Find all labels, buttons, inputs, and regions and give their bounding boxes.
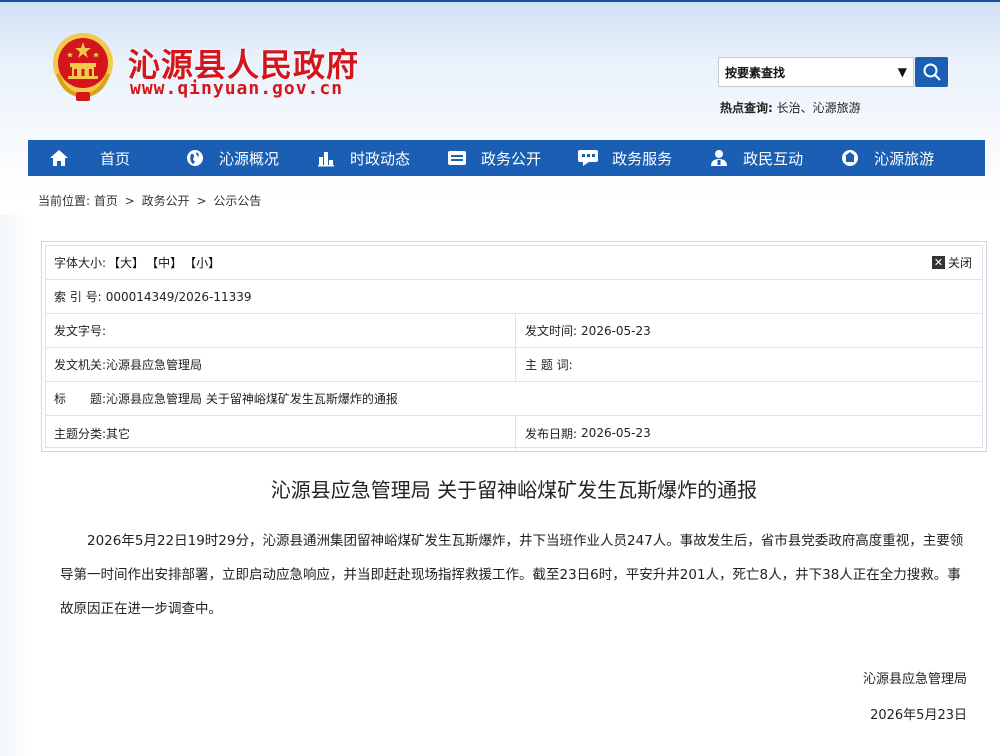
issue-time-label: 发文时间:: [525, 324, 578, 338]
font-size-label: 字体大小:: [54, 256, 107, 270]
publish-date-label: 发布日期:: [525, 426, 578, 441]
title-value: 沁源县应急管理局 关于留神峪煤矿发生瓦斯爆炸的通报: [106, 392, 398, 406]
breadcrumb-prefix: 当前位置:: [38, 194, 91, 208]
home-icon: [48, 147, 70, 169]
search-scope-select[interactable]: 按要素查找 ▼: [718, 57, 914, 87]
font-size-controls: 字体大小: 【大】 【中】 【小】: [46, 246, 220, 279]
nav-item-news[interactable]: 时政动态: [315, 140, 410, 176]
doc-number-cell: 发文字号:: [46, 314, 516, 347]
search-icon: [923, 63, 941, 81]
font-size-row: 字体大小: 【大】 【中】 【小】 ✕ 关闭: [46, 246, 982, 280]
doc-number-row: 发文字号: 发文时间: 2026-05-23: [46, 314, 982, 348]
font-size-small-button[interactable]: 【小】: [184, 254, 220, 271]
category-cell: 主题分类: 其它: [46, 416, 516, 450]
index-value: 000014349/2026-11339: [105, 289, 252, 304]
font-size-large-button[interactable]: 【大】: [108, 254, 144, 271]
breadcrumb-item-home[interactable]: 首页: [94, 194, 118, 208]
folder-icon: [446, 147, 468, 169]
breadcrumb: 当前位置: 首页 > 政务公开 > 公示公告: [38, 192, 261, 209]
close-button[interactable]: ✕ 关闭: [931, 246, 972, 279]
article-title: 沁源县应急管理局 关于留神峪煤矿发生瓦斯爆炸的通报: [270, 478, 758, 502]
breadcrumb-item-public-affairs[interactable]: 政务公开: [142, 194, 190, 208]
article-body: 2026年5月22日19时29分，沁源县通洲集团留神峪煤矿发生瓦斯爆炸，井下当班…: [60, 533, 964, 617]
search-button[interactable]: [915, 57, 948, 87]
nav-item-home[interactable]: 首页: [48, 140, 130, 176]
nav-item-label: 首页: [100, 149, 131, 168]
nav-item-label: 政务服务: [612, 149, 673, 168]
chat-icon: [577, 147, 599, 169]
travel-icon: [839, 147, 861, 169]
nav-item-label: 沁源概况: [219, 149, 280, 168]
index-label: 索 引 号:: [54, 290, 102, 304]
issuer-label: 发文机关:: [54, 358, 107, 372]
category-label: 主题分类:: [54, 426, 107, 441]
hot-search-label: 热点查询:: [720, 101, 773, 115]
document-metadata-table: 字体大小: 【大】 【中】 【小】 ✕ 关闭 索 引 号: 000014349/…: [41, 241, 987, 452]
national-emblem-logo[interactable]: [50, 30, 116, 104]
search-scope-value: 按要素查找: [725, 65, 786, 80]
bar-chart-icon: [315, 147, 337, 169]
site-url[interactable]: www.qinyuan.gov.cn: [130, 78, 343, 99]
publish-date-value: 2026-05-23: [581, 426, 651, 440]
index-row: 索 引 号: 000014349/2026-11339: [46, 280, 982, 314]
nav-item-label: 时政动态: [350, 149, 411, 168]
keyword-cell: 主 题 词:: [516, 348, 982, 381]
title-label: 标 题:: [54, 392, 107, 406]
title-row: 标 题: 沁源县应急管理局 关于留神峪煤矿发生瓦斯爆炸的通报: [46, 382, 982, 416]
issue-time-value: 2026-05-23: [581, 323, 651, 338]
nav-item-label: 政民互动: [743, 149, 804, 168]
publish-date-cell: 发布日期: 2026-05-23: [516, 416, 982, 450]
hot-search-links[interactable]: 长治、沁源旅游: [777, 101, 861, 115]
site-header: 沁源县人民政府 www.qinyuan.gov.cn 按要素查找 ▼ 热点查询:…: [0, 2, 1000, 140]
issuer-row: 发文机关: 沁源县应急管理局 主 题 词:: [46, 348, 982, 382]
keyword-label: 主 题 词:: [525, 358, 573, 372]
doc-number-label: 发文字号:: [54, 324, 107, 338]
category-row: 主题分类: 其它 发布日期: 2026-05-23: [46, 416, 982, 450]
nav-item-label: 政务公开: [481, 149, 542, 168]
article-signer: 沁源县应急管理局: [862, 672, 967, 687]
breadcrumb-separator: >: [196, 194, 207, 208]
nav-item-public-affairs[interactable]: 政务公开: [446, 140, 541, 176]
index-cell: 索 引 号: 000014349/2026-11339: [46, 280, 982, 313]
breadcrumb-item-announcements[interactable]: 公示公告: [213, 194, 261, 208]
chevron-down-icon: ▼: [897, 65, 907, 79]
close-icon: ✕: [931, 256, 945, 269]
close-label: 关闭: [947, 256, 972, 270]
nav-item-tourism[interactable]: 沁源旅游: [839, 140, 934, 176]
people-icon: [708, 147, 730, 169]
breadcrumb-separator: >: [124, 194, 135, 208]
nav-item-interaction[interactable]: 政民互动: [708, 140, 803, 176]
issuer-cell: 发文机关: 沁源县应急管理局: [46, 348, 516, 381]
title-cell: 标 题: 沁源县应急管理局 关于留神峪煤矿发生瓦斯爆炸的通报: [46, 382, 982, 415]
main-nav: 首页 沁源概况 时政动态 政务公开 政务服务 政民互动 沁源旅游: [28, 140, 985, 176]
globe-icon: [184, 147, 206, 169]
article-date: 2026年5月23日: [870, 708, 967, 723]
nav-item-overview[interactable]: 沁源概况: [184, 140, 279, 176]
font-size-medium-button[interactable]: 【中】: [146, 254, 182, 271]
category-value: 其它: [106, 426, 131, 441]
issuer-value: 沁源县应急管理局: [106, 358, 203, 372]
nav-item-label: 沁源旅游: [874, 149, 935, 168]
issue-time-cell: 发文时间: 2026-05-23: [516, 314, 982, 347]
nav-item-services[interactable]: 政务服务: [577, 140, 672, 176]
hot-search: 热点查询: 长治、沁源旅游: [720, 99, 861, 116]
